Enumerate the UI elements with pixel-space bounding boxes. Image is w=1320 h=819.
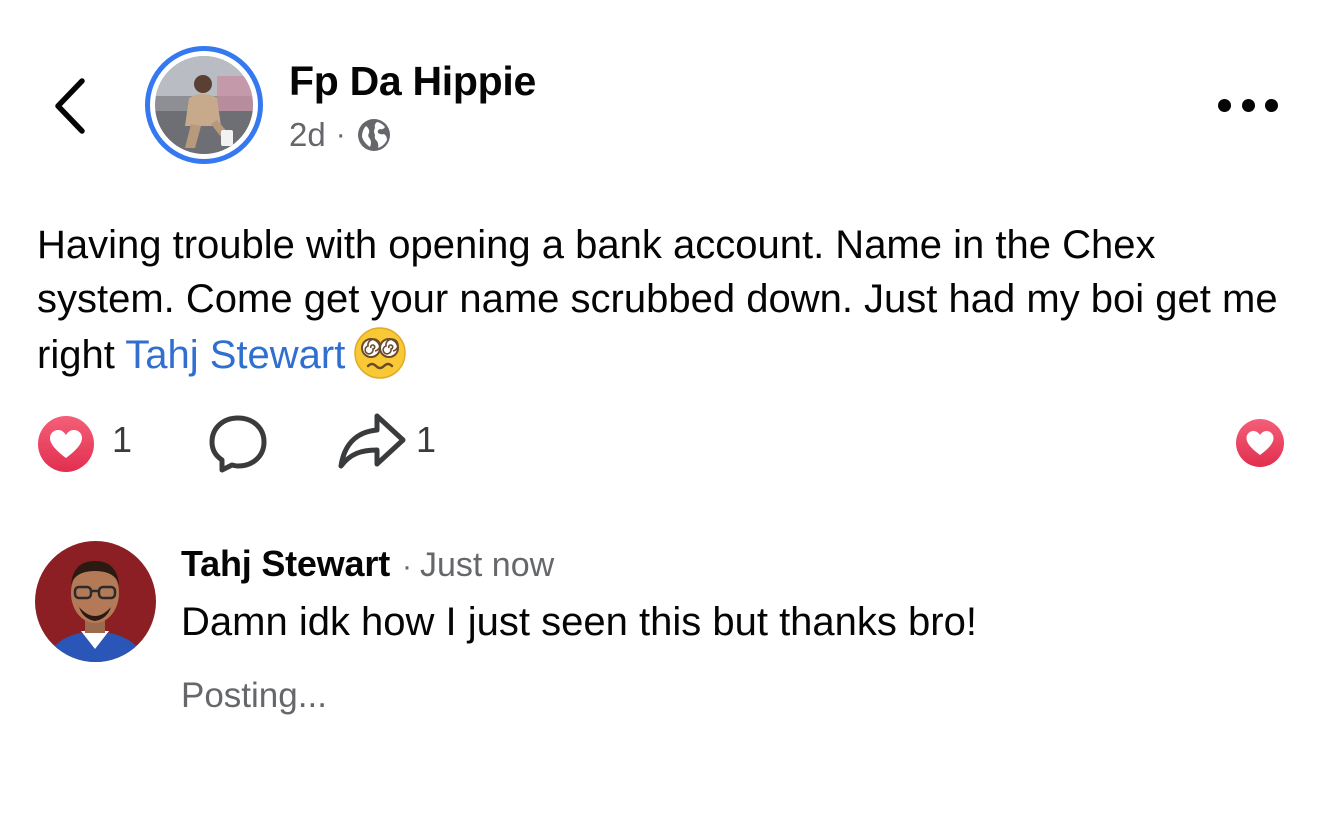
comment-separator: · — [401, 550, 412, 583]
reaction-count[interactable]: 1 — [112, 419, 132, 461]
author-avatar — [155, 56, 253, 154]
meta-separator: · — [335, 118, 346, 151]
love-reaction-icon[interactable] — [1234, 417, 1286, 469]
comment-text: Damn idk how I just seen this but thanks… — [181, 600, 977, 644]
more-dot-icon — [1241, 98, 1255, 112]
comment-icon[interactable] — [206, 412, 270, 476]
post-author-name[interactable]: Fp Da Hippie — [289, 58, 536, 105]
love-reaction-icon[interactable] — [36, 414, 96, 474]
share-icon[interactable] — [337, 410, 407, 472]
back-button[interactable] — [44, 74, 96, 138]
commenter-avatar[interactable] — [35, 541, 156, 662]
posting-status: Posting... — [181, 676, 327, 715]
mention-link[interactable]: Tahj Stewart — [125, 333, 345, 377]
post-detail-view: Fp Da Hippie 2d · Having trouble with op… — [0, 0, 1320, 819]
globe-icon — [357, 119, 390, 151]
comment-timestamp: Just now — [419, 546, 555, 584]
post-meta: 2d · — [289, 116, 392, 154]
comment-header: Tahj Stewart · Just now — [181, 543, 554, 585]
author-avatar-story-ring[interactable] — [145, 46, 263, 164]
chevron-left-icon — [55, 78, 85, 134]
spiral-eyes-emoji-icon — [354, 327, 407, 379]
more-options-button[interactable] — [1218, 90, 1278, 120]
post-text: Having trouble with opening a bank accou… — [37, 218, 1297, 382]
comment-author-name[interactable]: Tahj Stewart — [181, 543, 390, 585]
more-dot-icon — [1218, 98, 1231, 112]
share-count[interactable]: 1 — [416, 419, 436, 461]
post-timestamp[interactable]: 2d — [289, 116, 326, 154]
more-dot-icon — [1265, 98, 1278, 112]
